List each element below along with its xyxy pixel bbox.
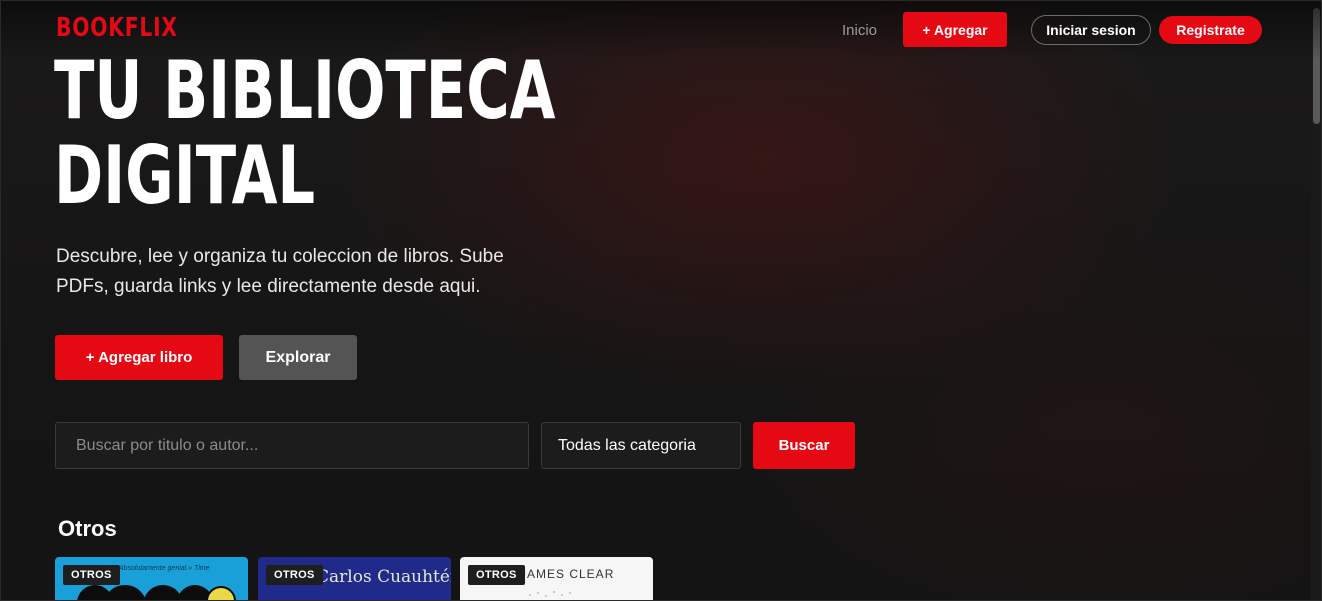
login-button[interactable]: Iniciar sesion	[1031, 15, 1151, 45]
add-book-button[interactable]: + Agregar libro	[55, 335, 223, 380]
section-title: Otros	[58, 516, 117, 541]
category-select[interactable]: Todas las categoria	[541, 422, 741, 469]
search-button[interactable]: Buscar	[753, 422, 855, 469]
search-input[interactable]	[55, 422, 529, 469]
hero-title-line2: DIGITAL	[54, 129, 316, 222]
register-button[interactable]: Registrate	[1159, 16, 1262, 44]
hero-description: Descubre, lee y organiza tu coleccion de…	[56, 246, 504, 297]
category-badge: OTROS	[266, 565, 323, 585]
book-card[interactable]: OTROS JAMES CLEAR	[460, 557, 653, 601]
page-scrollbar[interactable]	[1311, 0, 1322, 601]
explore-button[interactable]: Explorar	[239, 335, 357, 380]
hero-title-line1: TU BIBLIOTECA	[54, 44, 556, 137]
book-card[interactable]: OTROS Carlos Cuauhtémoc Sánchez	[258, 557, 451, 601]
book-card[interactable]: OTROS «Absolutamente genial.» Time	[55, 557, 248, 601]
book-cover-text: Carlos Cuauhtémoc Sánchez	[316, 567, 451, 587]
hero-title: TU BIBLIOTECA DIGITAL	[54, 48, 556, 218]
nav-add-button[interactable]: + Agregar	[903, 12, 1007, 47]
category-badge: OTROS	[468, 565, 525, 585]
brand-logo[interactable]: BOOKFLIX	[56, 13, 178, 43]
category-badge: OTROS	[63, 565, 120, 585]
nav-inicio-link[interactable]: Inicio	[842, 22, 877, 39]
